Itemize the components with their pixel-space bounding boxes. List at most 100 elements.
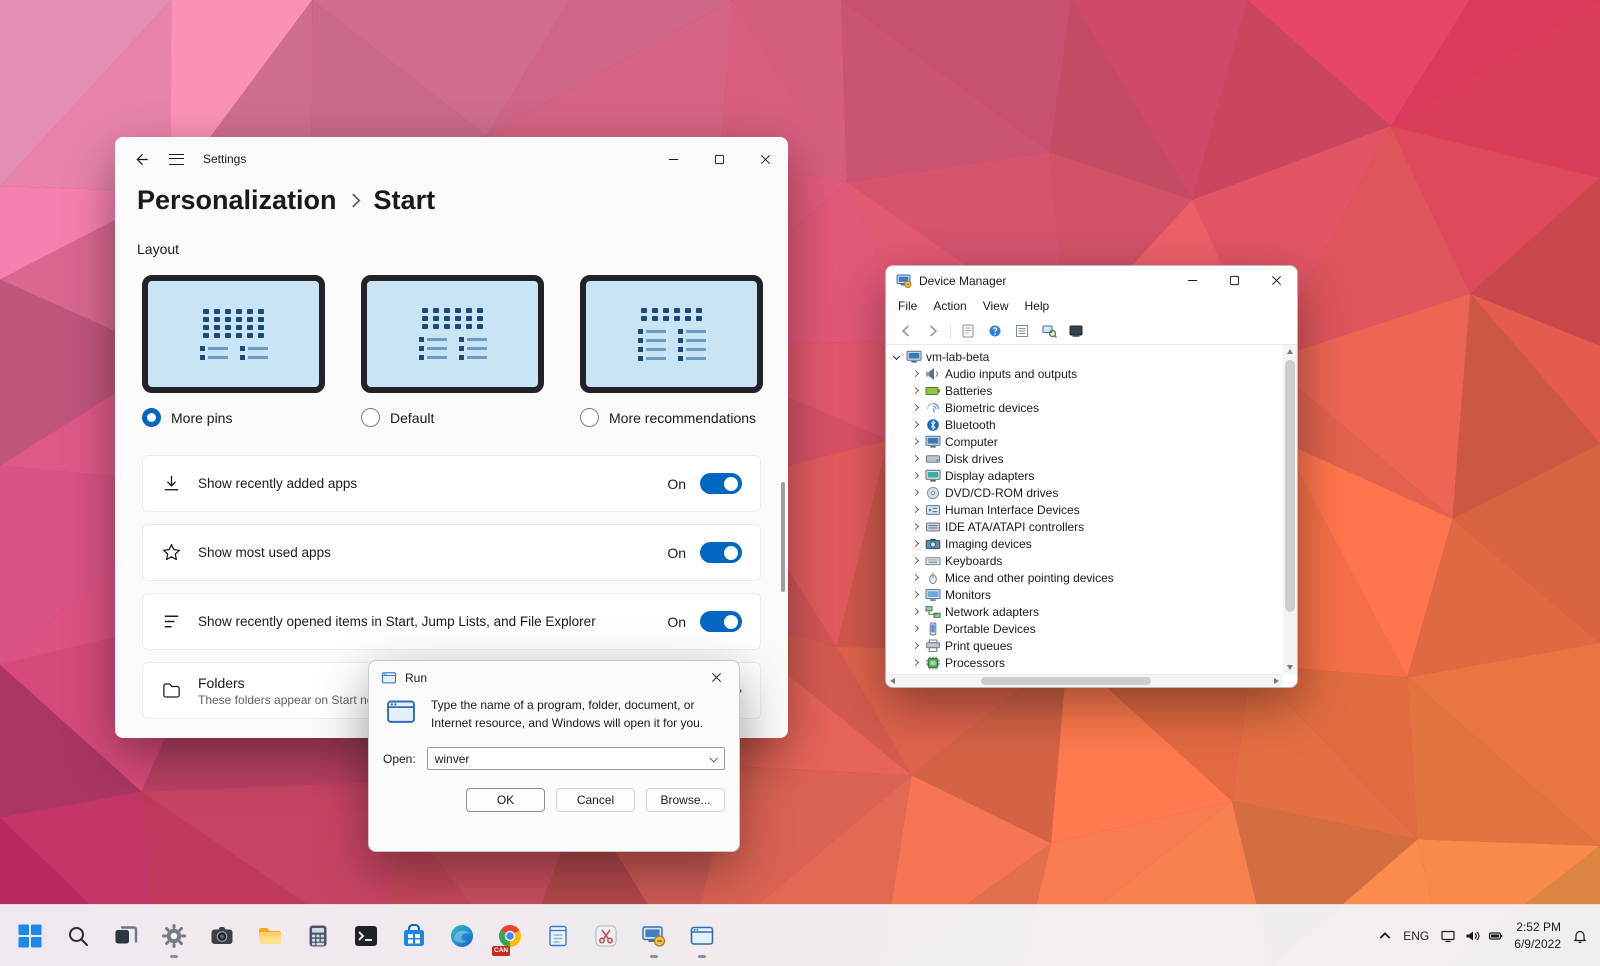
open-combobox[interactable] [427, 747, 725, 770]
task-view-button[interactable] [104, 912, 148, 960]
layout-radio[interactable] [580, 408, 599, 427]
cast-icon[interactable] [1439, 927, 1456, 944]
breadcrumb-personalization[interactable]: Personalization [137, 185, 337, 216]
dropdown-chevron-icon[interactable] [702, 748, 724, 769]
expand-chevron-icon[interactable] [909, 640, 921, 652]
menu-help[interactable]: Help [1017, 297, 1058, 315]
calculator-app-button[interactable] [296, 912, 340, 960]
battery-icon[interactable] [1487, 927, 1504, 944]
cancel-button[interactable]: Cancel [556, 788, 635, 812]
scroll-up-arrow-icon[interactable] [1283, 345, 1297, 358]
device-category-row[interactable]: Batteries [890, 382, 1297, 399]
device-category-row[interactable]: Print queues [890, 637, 1297, 654]
device-category-row[interactable]: Biometric devices [890, 399, 1297, 416]
expand-chevron-icon[interactable] [909, 436, 921, 448]
device-category-row[interactable]: Bluetooth [890, 416, 1297, 433]
expand-chevron-icon[interactable] [909, 572, 921, 584]
expand-chevron-icon[interactable] [909, 589, 921, 601]
expand-chevron-icon[interactable] [909, 555, 921, 567]
collapse-chevron-icon[interactable] [890, 351, 902, 363]
expand-chevron-icon[interactable] [909, 504, 921, 516]
layout-radio[interactable] [361, 408, 380, 427]
device-manager-button[interactable] [632, 912, 676, 960]
menu-action[interactable]: Action [925, 297, 974, 315]
tray-chevron-up-icon[interactable] [1376, 927, 1393, 944]
expand-chevron-icon[interactable] [909, 521, 921, 533]
expand-chevron-icon[interactable] [909, 453, 921, 465]
console-toolbar-button[interactable] [1066, 321, 1086, 341]
layout-option[interactable]: More recommendations [580, 275, 763, 427]
layout-option[interactable]: More pins [142, 275, 325, 427]
close-button[interactable] [1255, 266, 1297, 295]
device-category-row[interactable]: Keyboards [890, 552, 1297, 569]
toggle-switch[interactable] [700, 473, 742, 494]
terminal-app-button[interactable] [344, 912, 388, 960]
close-button[interactable] [694, 661, 739, 694]
device-category-row[interactable]: Monitors [890, 586, 1297, 603]
vertical-scrollbar[interactable] [1283, 345, 1297, 674]
horizontal-scrollbar[interactable] [886, 674, 1283, 687]
device-category-row[interactable]: Audio inputs and outputs [890, 365, 1297, 382]
expand-chevron-icon[interactable] [909, 487, 921, 499]
document-toolbar-button[interactable] [958, 321, 978, 341]
expand-chevron-icon[interactable] [909, 606, 921, 618]
device-tree-root[interactable]: vm-lab-beta [890, 348, 1297, 365]
minimize-button[interactable] [1171, 266, 1213, 295]
device-category-row[interactable]: Human Interface Devices [890, 501, 1297, 518]
run-dialog-button[interactable] [680, 912, 724, 960]
device-category-row[interactable]: Mice and other pointing devices [890, 569, 1297, 586]
close-button[interactable] [742, 137, 788, 181]
help-toolbar-button[interactable] [985, 321, 1005, 341]
back-toolbar-button[interactable] [896, 321, 916, 341]
scroll-down-arrow-icon[interactable] [1283, 661, 1297, 674]
camera-app-button[interactable] [200, 912, 244, 960]
menu-file[interactable]: File [890, 297, 925, 315]
search-button[interactable] [56, 912, 100, 960]
device-category-row[interactable]: Computer [890, 433, 1297, 450]
expand-chevron-icon[interactable] [909, 402, 921, 414]
device-category-row[interactable]: IDE ATA/ATAPI controllers [890, 518, 1297, 535]
settings-scrollbar-thumb[interactable] [781, 482, 785, 592]
expand-chevron-icon[interactable] [909, 657, 921, 669]
scroll-right-arrow-icon[interactable] [1270, 675, 1283, 687]
clock[interactable]: 2:52 PM 6/9/2022 [1514, 919, 1561, 951]
language-indicator[interactable]: ENG [1403, 929, 1429, 943]
device-category-row[interactable]: Portable Devices [890, 620, 1297, 637]
horizontal-scrollbar-thumb[interactable] [981, 677, 1151, 685]
ok-button[interactable]: OK [466, 788, 545, 812]
expand-chevron-icon[interactable] [909, 470, 921, 482]
settings-app-button[interactable] [152, 912, 196, 960]
device-category-row[interactable]: DVD/CD-ROM drives [890, 484, 1297, 501]
device-category-row[interactable]: Display adapters [890, 467, 1297, 484]
maximize-button[interactable] [1213, 266, 1255, 295]
notepad-app-button[interactable] [536, 912, 580, 960]
snipping-tool-button[interactable] [584, 912, 628, 960]
toggle-switch[interactable] [700, 542, 742, 563]
device-category-row[interactable]: Processors [890, 654, 1297, 671]
menu-view[interactable]: View [975, 297, 1017, 315]
file-explorer-button[interactable] [248, 912, 292, 960]
navigation-menu-button[interactable] [159, 143, 193, 175]
chrome-browser-button[interactable]: CAN [488, 912, 532, 960]
expand-chevron-icon[interactable] [909, 368, 921, 380]
open-input[interactable] [435, 752, 702, 766]
layout-radio[interactable] [142, 408, 161, 427]
device-category-row[interactable]: Imaging devices [890, 535, 1297, 552]
microsoft-store-button[interactable] [392, 912, 436, 960]
scroll-left-arrow-icon[interactable] [886, 675, 899, 687]
edge-browser-button[interactable] [440, 912, 484, 960]
properties-toolbar-button[interactable] [1012, 321, 1032, 341]
vertical-scrollbar-thumb[interactable] [1285, 360, 1295, 612]
volume-icon[interactable] [1463, 927, 1480, 944]
back-button[interactable] [125, 143, 159, 175]
layout-option[interactable]: Default [361, 275, 544, 427]
device-category-row[interactable]: Disk drives [890, 450, 1297, 467]
expand-chevron-icon[interactable] [909, 419, 921, 431]
expand-chevron-icon[interactable] [909, 538, 921, 550]
device-category-row[interactable]: Network adapters [890, 603, 1297, 620]
toggle-switch[interactable] [700, 611, 742, 632]
browse-button[interactable]: Browse... [646, 788, 725, 812]
minimize-button[interactable] [650, 137, 696, 181]
expand-chevron-icon[interactable] [909, 385, 921, 397]
forward-toolbar-button[interactable] [923, 321, 943, 341]
